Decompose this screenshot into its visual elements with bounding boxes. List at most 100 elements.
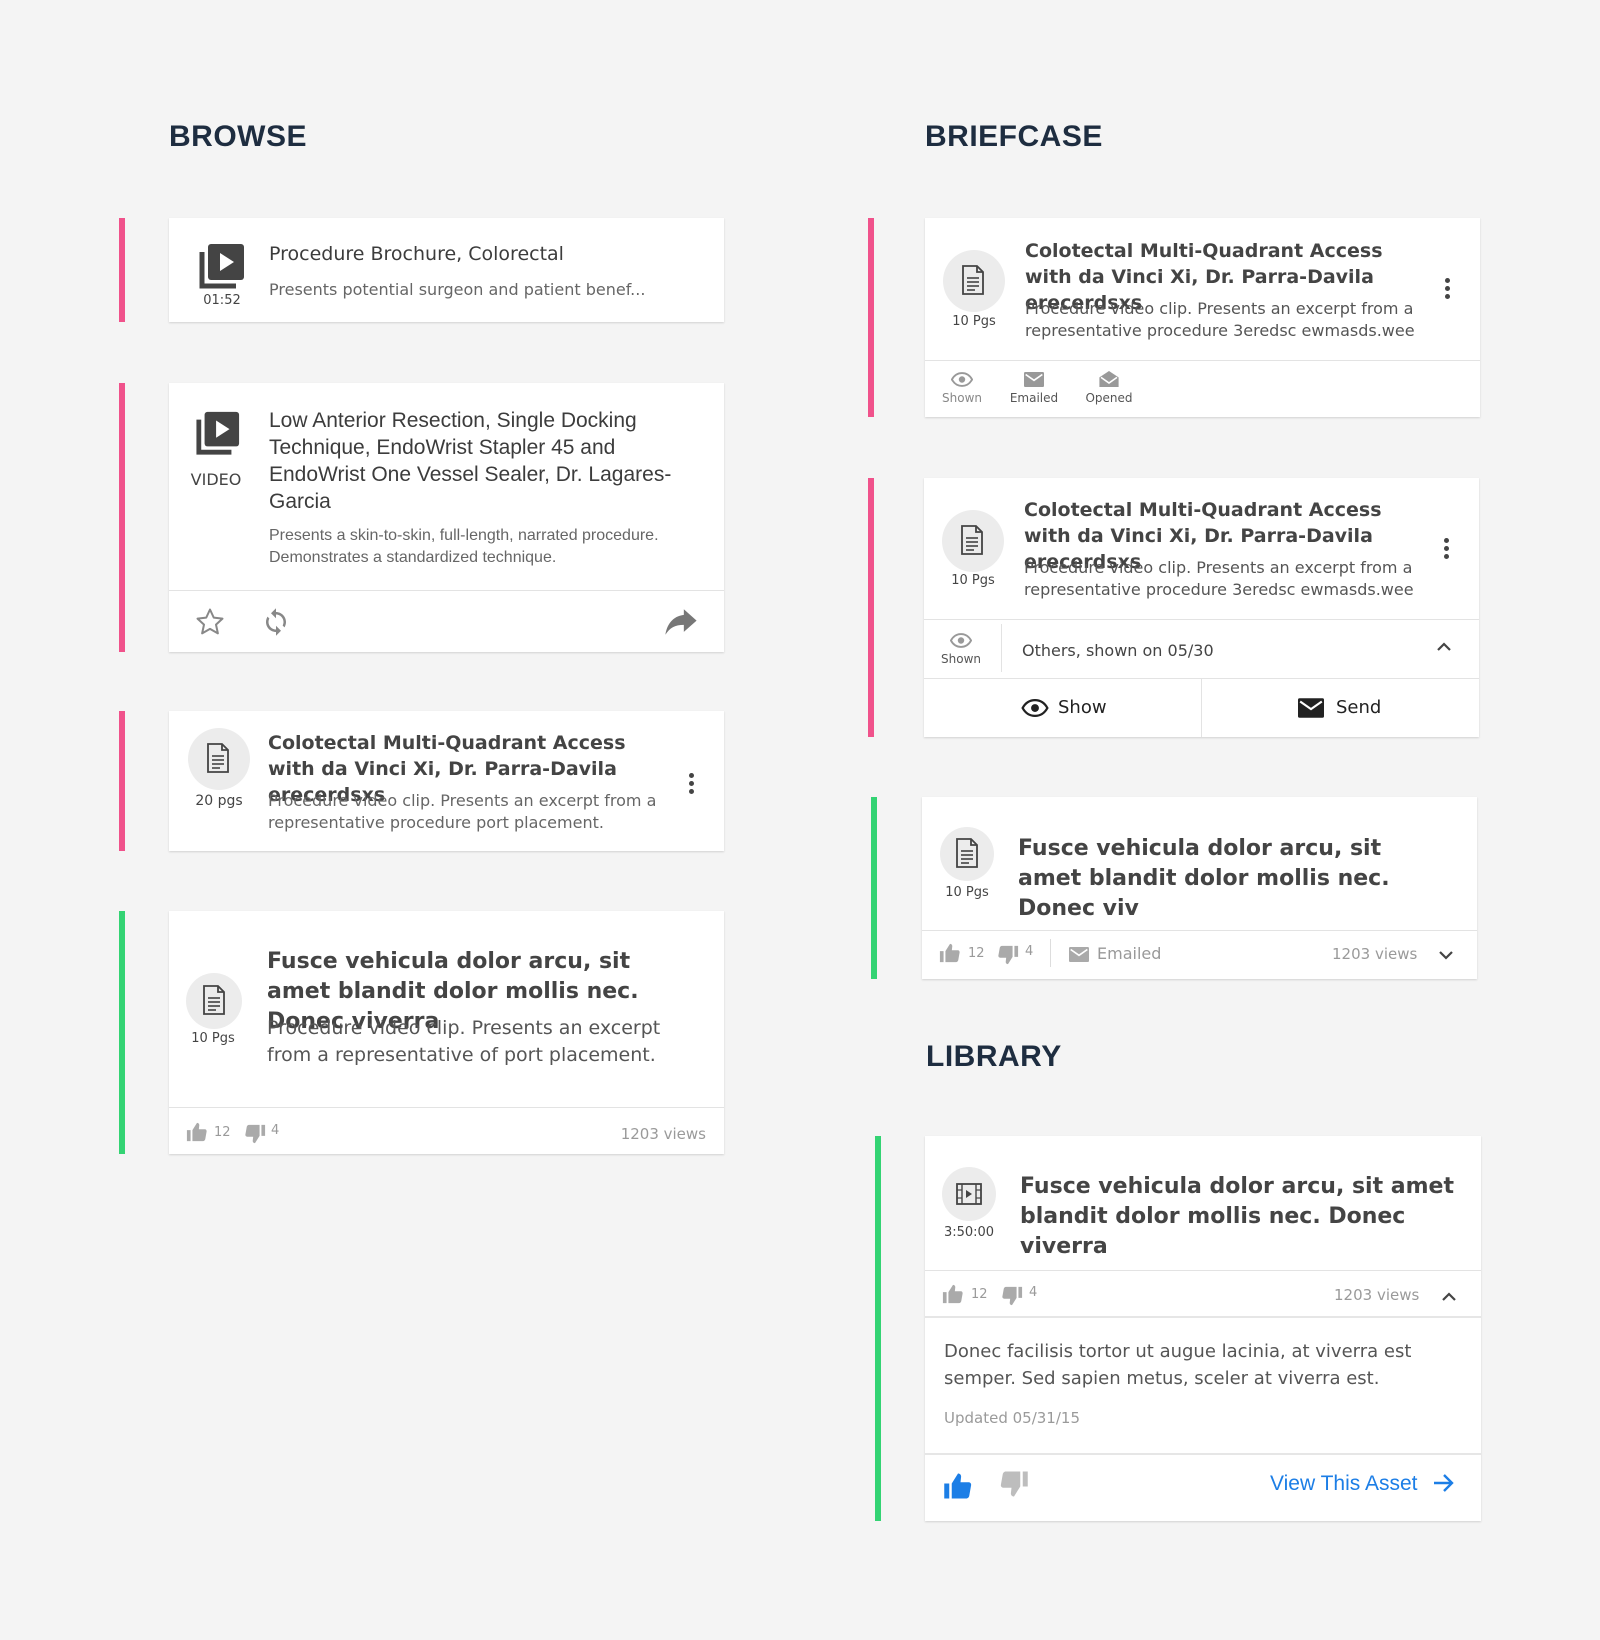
more-menu-icon[interactable] — [1444, 538, 1450, 562]
asset-card-brochure[interactable]: 01:52 Procedure Brochure, Colorectal Pre… — [169, 218, 724, 322]
asset-card-document-rated[interactable]: 10 Pgs Fusce vehicula dolor arcu, sit am… — [169, 911, 724, 1154]
section-title-browse: BROWSE — [169, 120, 307, 153]
asset-description: Procedure video clip. Presents an excerp… — [1025, 299, 1415, 340]
like-count: 12 — [968, 946, 985, 961]
doc-icon-circle — [940, 827, 994, 881]
shown-label: Shown — [942, 391, 982, 405]
opened-label: Opened — [1085, 391, 1133, 405]
arrow-right-icon — [1433, 1474, 1454, 1492]
asset-title[interactable]: Low Anterior Resection, Single Docking T… — [269, 407, 689, 515]
thumbs-up-icon[interactable] — [186, 1121, 208, 1143]
library-card-expanded[interactable]: 3:50:00 Fusce vehicula dolor arcu, sit a… — [925, 1136, 1481, 1521]
like-count: 12 — [214, 1125, 231, 1140]
divider — [169, 1107, 724, 1108]
dislike-count: 4 — [1025, 944, 1034, 959]
status-bar — [871, 797, 877, 979]
asset-card-video[interactable]: VIDEO Low Anterior Resection, Single Doc… — [169, 383, 724, 652]
status-bar — [119, 218, 125, 322]
shown-info: Others, shown on 05/30 — [1022, 641, 1214, 660]
thumbs-up-icon[interactable] — [939, 942, 961, 964]
divider — [925, 1270, 1481, 1271]
divider — [925, 1316, 1481, 1318]
asset-description: Donec facilisis tortor ut augue lacinia,… — [944, 1341, 1412, 1389]
status-bar — [868, 218, 874, 417]
more-menu-icon[interactable] — [689, 773, 695, 797]
emailed-status: Emailed — [1003, 372, 1065, 405]
section-title-library: LIBRARY — [926, 1040, 1062, 1073]
like-count: 12 — [971, 1287, 988, 1302]
status-bar — [875, 1136, 881, 1521]
mail-open-icon — [1099, 371, 1119, 387]
asset-description: Procedure video clip. Presents an excerp… — [268, 791, 657, 832]
thumbs-down-icon[interactable] — [998, 1469, 1030, 1499]
view-asset-label: View This Asset — [1270, 1472, 1418, 1495]
document-icon — [202, 985, 226, 1015]
view-count: 1203 views — [1334, 1286, 1420, 1304]
asset-card-document[interactable]: 20 pgs Colotectal Multi-Quadrant Access … — [169, 711, 724, 851]
briefcase-card-expanded[interactable]: 10 Pgs Colotectal Multi-Quadrant Access … — [924, 478, 1479, 737]
briefcase-card-tracked[interactable]: 10 Pgs Colotectal Multi-Quadrant Access … — [925, 218, 1480, 417]
thumbs-up-icon[interactable] — [942, 1283, 964, 1305]
more-menu-icon[interactable] — [1445, 278, 1451, 302]
duration-label: 3:50:00 — [943, 1225, 995, 1240]
thumbs-down-icon[interactable] — [1001, 1285, 1023, 1307]
asset-description: Presents a skin-to-skin, full-length, na… — [269, 527, 659, 566]
page-count: 20 pgs — [195, 793, 243, 809]
divider — [1001, 624, 1002, 672]
view-count: 1203 views — [1332, 945, 1418, 963]
share-icon[interactable] — [664, 607, 698, 637]
view-count: 1203 views — [620, 1125, 706, 1143]
duration-label: 01:52 — [203, 293, 241, 308]
chevron-up-icon[interactable] — [1441, 1290, 1457, 1302]
chevron-down-icon[interactable] — [1438, 950, 1454, 962]
type-label: VIDEO — [190, 470, 242, 489]
doc-icon-circle — [942, 510, 1004, 572]
document-icon — [955, 838, 979, 868]
emailed-label: Emailed — [1009, 391, 1059, 405]
asset-title[interactable]: Procedure Brochure, Colorectal — [269, 243, 564, 265]
shown-status: Shown — [931, 372, 993, 405]
thumbs-down-icon[interactable] — [244, 1123, 266, 1145]
divider — [925, 360, 1480, 361]
asset-title[interactable]: Fusce vehicula dolor arcu, sit amet blan… — [1020, 1172, 1460, 1262]
sync-icon[interactable] — [261, 607, 291, 637]
page-count: 10 Pgs — [951, 573, 995, 588]
doc-icon-circle — [943, 250, 1005, 312]
divider — [924, 619, 1479, 620]
status-bar — [119, 711, 125, 851]
status-bar — [119, 383, 125, 652]
page-count: 10 Pgs — [952, 314, 996, 329]
doc-icon-circle — [188, 728, 250, 790]
send-button[interactable]: Send — [1202, 679, 1479, 737]
divider — [1050, 939, 1051, 967]
thumbs-up-icon[interactable] — [942, 1471, 974, 1501]
dislike-count: 4 — [271, 1123, 280, 1138]
asset-description: Procedure video clip. Presents an excerp… — [1024, 558, 1414, 599]
opened-status: Opened — [1078, 371, 1140, 405]
mail-icon — [1298, 698, 1324, 718]
status-bar — [119, 911, 125, 1154]
thumbs-down-icon[interactable] — [997, 944, 1019, 966]
asset-title[interactable]: Fusce vehicula dolor arcu, sit amet blan… — [1018, 834, 1438, 924]
section-title-briefcase: BRIEFCASE — [925, 120, 1103, 153]
status-bar — [868, 478, 874, 737]
mail-icon — [1069, 947, 1089, 962]
show-button[interactable]: Show — [924, 679, 1201, 737]
view-asset-link[interactable]: View This Asset — [1270, 1472, 1455, 1502]
doc-icon-circle — [186, 973, 242, 1029]
briefcase-card-rated[interactable]: 10 Pgs Fusce vehicula dolor arcu, sit am… — [922, 797, 1477, 979]
mail-icon — [1024, 372, 1044, 387]
shown-status: Shown — [930, 633, 992, 666]
emailed-label: Emailed — [1097, 944, 1162, 963]
eye-icon — [951, 372, 973, 387]
shown-label: Shown — [941, 652, 981, 666]
document-icon — [206, 743, 230, 773]
chevron-up-icon[interactable] — [1436, 640, 1452, 652]
document-icon — [961, 265, 985, 295]
divider — [169, 590, 724, 591]
divider — [922, 930, 1477, 931]
updated-date: Updated 05/31/15 — [944, 1409, 1080, 1427]
star-icon[interactable] — [195, 607, 225, 637]
video-play-icon — [198, 242, 246, 290]
send-label: Send — [1336, 697, 1382, 718]
